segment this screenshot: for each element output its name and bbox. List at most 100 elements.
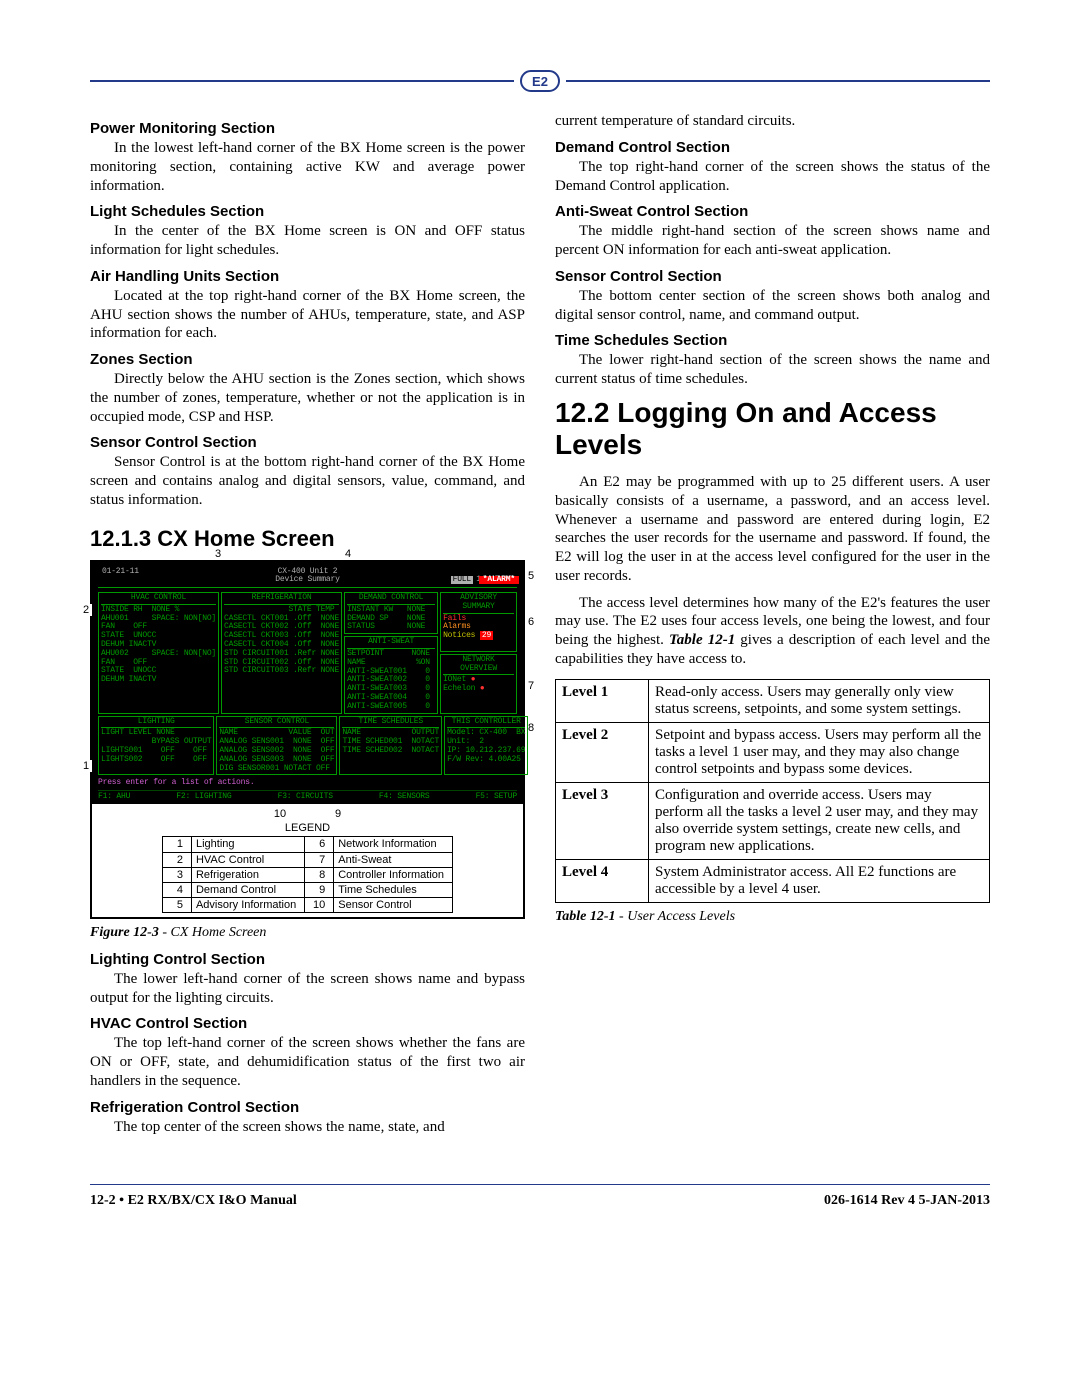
legend-t-10: Sensor Control bbox=[334, 897, 453, 912]
timesched-panel: TIME SCHEDULES NAME OUTPUT TIME SCHED001… bbox=[339, 716, 442, 776]
antisweat-text: The middle right-hand section of the scr… bbox=[555, 222, 990, 260]
timesched-text: The lower right-hand section of the scre… bbox=[555, 351, 990, 389]
f5-key: F5: SETUP bbox=[476, 793, 517, 802]
screen-title: CX-400 Unit 2Device Summary bbox=[275, 567, 339, 585]
refrig-cont-text: current temperature of standard circuits… bbox=[555, 112, 990, 131]
table-row: Level 2 Setpoint and bypass access. User… bbox=[556, 722, 990, 782]
timesched-l3: TIME SCHED002 NOTACT bbox=[342, 747, 439, 756]
controller-panel-head: THIS CONTROLLER bbox=[447, 718, 525, 729]
table-row: Level 3 Configuration and override acces… bbox=[556, 782, 990, 859]
sensorctl-l5: DIG SENSOR001 NOTACT OFF bbox=[219, 765, 334, 774]
legend-n-6: 6 bbox=[305, 837, 334, 852]
network-panel-head: NETWORK OVERVIEW bbox=[443, 656, 514, 676]
callout-6: 6 bbox=[525, 616, 537, 628]
screen-date: 01-21-11 bbox=[102, 568, 139, 577]
sensorctl-panel-head: SENSOR CONTROL bbox=[219, 718, 334, 729]
refrig-panel-head: REFRIGERATION bbox=[224, 594, 339, 605]
legend-t-1: Lighting bbox=[191, 837, 304, 852]
f2-key: F2: LIGHTING bbox=[176, 793, 231, 802]
antisweat-head: Anti-Sweat Control Section bbox=[555, 203, 990, 220]
figure-caption: Figure 12-3 - CX Home Screen bbox=[90, 925, 525, 941]
net-l2: Echelon ● bbox=[443, 685, 514, 694]
refrig-l7: STD CIRCUIT003 .Refr NONE bbox=[224, 667, 339, 676]
section-12-2-head: 12.2 Logging On and Access Levels bbox=[555, 397, 990, 461]
level-1-desc: Read-only access. Users may generally on… bbox=[649, 679, 990, 722]
legend-n-2: 2 bbox=[162, 852, 191, 867]
sensor-text: Sensor Control is at the bottom right-ha… bbox=[90, 453, 525, 509]
refrig-head: Refrigeration Control Section bbox=[90, 1099, 525, 1116]
screen-footbar: F1: AHU F2: LIGHTING F3: CIRCUITS F4: SE… bbox=[98, 790, 517, 802]
hvac-text: The top left-hand corner of the screen s… bbox=[90, 1034, 525, 1090]
level-1-label: Level 1 bbox=[556, 679, 649, 722]
lighting-panel-head: LIGHTING bbox=[101, 718, 211, 729]
hvac-l9: DEHUM INACTV bbox=[101, 676, 216, 685]
legend-n-4: 4 bbox=[162, 882, 191, 897]
table-row: Level 1 Read-only access. Users may gene… bbox=[556, 679, 990, 722]
level-2-label: Level 2 bbox=[556, 722, 649, 782]
legend-t-8: Controller Information bbox=[334, 867, 453, 882]
full-badge: FULL bbox=[451, 576, 473, 585]
legend-t-5: Advisory Information bbox=[191, 897, 304, 912]
legend-n-7: 7 bbox=[305, 852, 334, 867]
body-columns: Power Monitoring Section In the lowest l… bbox=[90, 112, 990, 1144]
level-3-label: Level 3 bbox=[556, 782, 649, 859]
legend-n-1: 1 bbox=[162, 837, 191, 852]
lighting-head: Lighting Control Section bbox=[90, 951, 525, 968]
hvac-head: HVAC Control Section bbox=[90, 1015, 525, 1032]
e2-logo-icon: E2 bbox=[514, 70, 566, 92]
demand-l3: STATUS NONE bbox=[347, 623, 435, 632]
legend-title: LEGEND bbox=[92, 820, 523, 836]
zones-head: Zones Section bbox=[90, 351, 525, 368]
p1: An E2 may be programmed with up to 25 di… bbox=[555, 473, 990, 586]
antisweat-panel-head: ANTI-SWEAT bbox=[347, 638, 435, 649]
antisweat-l7: ANTI-SWEAT005 0 bbox=[347, 703, 435, 712]
antisweat-panel: ANTI-SWEAT SETPOINT NONE NAME %ON ANTI-S… bbox=[344, 636, 438, 713]
callout-4: 4 bbox=[342, 548, 354, 560]
demand-panel-head: DEMAND CONTROL bbox=[347, 594, 435, 605]
adv-notices: Notices 29 bbox=[443, 632, 514, 641]
p2: The access level determines how many of … bbox=[555, 594, 990, 669]
access-levels-table: Level 1 Read-only access. Users may gene… bbox=[555, 679, 990, 903]
legend-n-10: 10 bbox=[305, 897, 334, 912]
table-caption: Table 12-1 - User Access Levels bbox=[555, 909, 990, 925]
callout-3: 3 bbox=[212, 548, 224, 560]
ahu-head: Air Handling Units Section bbox=[90, 268, 525, 285]
network-panel: NETWORK OVERVIEW IONet ● Echelon ● bbox=[440, 654, 517, 714]
alarm-badge: *ALARM* bbox=[479, 576, 519, 585]
timesched-panel-head: TIME SCHEDULES bbox=[342, 718, 439, 729]
table-row: Level 4 System Administrator access. All… bbox=[556, 859, 990, 902]
svg-text:E2: E2 bbox=[532, 74, 548, 89]
screen-prompt: Press enter for a list of actions. bbox=[98, 779, 517, 788]
advisory-panel: ADVISORY SUMMARY Fails Alarms Notices 29 bbox=[440, 592, 517, 652]
refrig-text: The top center of the screen shows the n… bbox=[90, 1118, 525, 1137]
sensor2-text: The bottom center section of the screen … bbox=[555, 287, 990, 325]
header-line-left bbox=[90, 80, 514, 82]
zones-text: Directly below the AHU section is the Zo… bbox=[90, 370, 525, 426]
header-rule: E2 bbox=[90, 70, 990, 92]
legend-t-3: Refrigeration bbox=[191, 867, 304, 882]
legend-n-3: 3 bbox=[162, 867, 191, 882]
footer-right: 026-1614 Rev 4 5-JAN-2013 bbox=[824, 1193, 990, 1209]
lighting-l3: LIGHTS002 OFF OFF bbox=[101, 756, 211, 765]
controller-panel: THIS CONTROLLER Model: CX-400 BX Unit: 2… bbox=[444, 716, 528, 776]
sensorctl-panel: SENSOR CONTROL NAME VALUE OUT ANALOG SEN… bbox=[216, 716, 337, 776]
cx-home-screen-head: 12.1.3 CX Home Screen bbox=[90, 526, 525, 552]
legend-t-2: HVAC Control bbox=[191, 852, 304, 867]
callout-10: 10 bbox=[274, 808, 286, 820]
f4-key: F4: SENSORS bbox=[379, 793, 430, 802]
lighting-panel: LIGHTING LIGHT LEVEL NONE BYPASS OUTPUT … bbox=[98, 716, 214, 776]
figure-cx-home: 3 4 5 2 6 7 8 1 01-21-11 CX-400 Unit 2De… bbox=[90, 560, 525, 919]
legend-n-5: 5 bbox=[162, 897, 191, 912]
right-column: current temperature of standard circuits… bbox=[555, 112, 990, 1144]
callout-1: 1 bbox=[80, 760, 92, 772]
page-footer: 12-2 • E2 RX/BX/CX I&O Manual 026-1614 R… bbox=[90, 1184, 990, 1209]
level-4-desc: System Administrator access. All E2 func… bbox=[649, 859, 990, 902]
header-line-right bbox=[566, 80, 990, 82]
callout-9: 9 bbox=[335, 808, 341, 820]
page: E2 Power Monitoring Section In the lowes… bbox=[0, 0, 1080, 1249]
demand-text: The top right-hand corner of the screen … bbox=[555, 158, 990, 196]
power-monitoring-text: In the lowest left-hand corner of the BX… bbox=[90, 139, 525, 195]
hvac-panel-head: HVAC CONTROL bbox=[101, 594, 216, 605]
advisory-panel-head: ADVISORY SUMMARY bbox=[443, 594, 514, 614]
light-schedules-head: Light Schedules Section bbox=[90, 203, 525, 220]
